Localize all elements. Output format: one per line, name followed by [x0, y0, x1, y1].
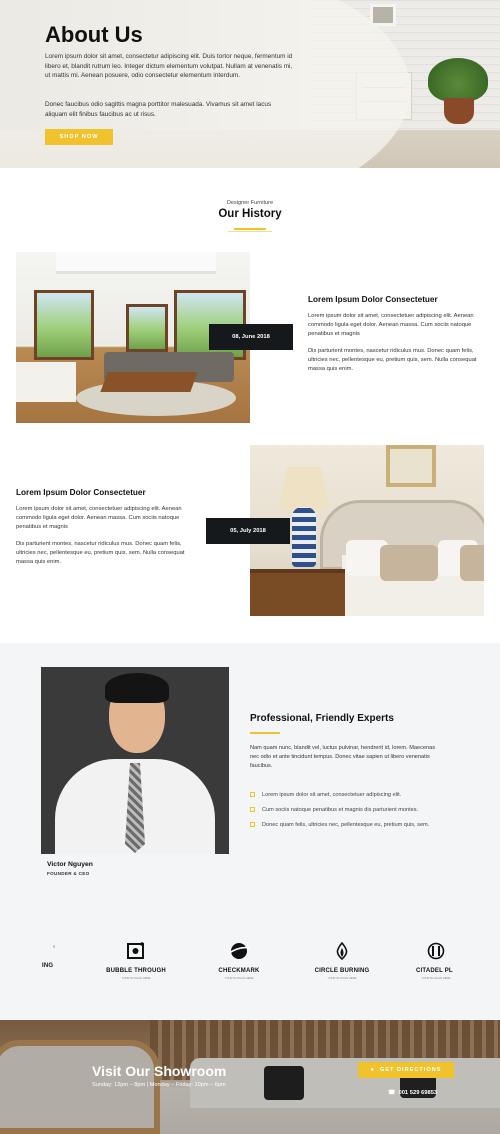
team-member-name: Victor Nguyen	[47, 861, 93, 868]
timeline-paragraph: Lorem ipsum dolor sit amet, consectetuer…	[308, 313, 474, 338]
partial-logo-icon: ʿ	[52, 945, 56, 956]
checkbox-icon	[250, 792, 255, 797]
camera-logo-icon	[127, 942, 144, 959]
timeline-paragraph: Dis parturient montes, nascetur ridiculu…	[16, 541, 185, 566]
timeline-title: Lorem Ipsum Dolor Consectetuer	[308, 295, 438, 304]
timeline-paragraph: Dis parturient montes, nascetur ridiculu…	[308, 348, 477, 373]
partner-logo[interactable]: BUBBLE THROUGH YOUR SLOGAN HERE	[104, 942, 168, 980]
partner-logo[interactable]: CITADEL PL YOUR SLOGAN HERE	[416, 942, 456, 980]
phone-icon: ☎	[388, 1090, 396, 1096]
flame-logo-icon	[336, 941, 348, 961]
list-item: Lorem ipsum dolor sit amet, consectetuer…	[250, 792, 401, 798]
pillar-logo-icon	[427, 942, 445, 960]
phone-number[interactable]: ☎ 001 529 69853	[388, 1090, 437, 1096]
timeline-date: 05, July 2018	[206, 518, 290, 544]
team-member-photo	[41, 667, 229, 854]
partner-logo[interactable]: ʿ ING	[42, 942, 66, 969]
experts-paragraph: Nam quam nunc, blandit vel, luctus pulvi…	[250, 745, 435, 769]
partner-logo[interactable]: CHECKMARK YOUR SLOGAN HERE	[210, 942, 268, 980]
shop-now-button[interactable]: SHOP NOW	[45, 129, 113, 145]
history-title: Our History	[218, 208, 282, 220]
list-item: Donec quam felis, ultricies nec, pellent…	[250, 822, 429, 828]
list-item: Cum sociis natoque penatibus et magnis d…	[250, 807, 418, 813]
experts-title: Professional, Friendly Experts	[250, 713, 394, 724]
title-underline	[250, 732, 280, 734]
checkbox-icon	[250, 807, 255, 812]
hero-paragraph: Donec faucibus odio sagittis magna portt…	[45, 101, 272, 118]
showroom-hours: Sunday: 12pm – 8pm | Monday – Friday: 10…	[92, 1082, 226, 1088]
showroom-title: Visit Our Showroom	[92, 1063, 227, 1079]
hero-plant-image	[428, 58, 488, 102]
timeline-paragraph: Lorem ipsum dolor sit amet, consectetuer…	[16, 506, 182, 531]
get-directions-button[interactable]: ● GET DIRECTIONS	[358, 1062, 454, 1078]
checkbox-icon	[250, 822, 255, 827]
timeline-title: Lorem Ipsum Dolor Consectetuer	[16, 488, 146, 497]
timeline-date: 08, June 2018	[209, 324, 293, 350]
hero-paragraph: Lorem ipsum dolor sit amet, consectetur …	[45, 53, 293, 80]
team-member-role: FOUNDER & CEO	[47, 871, 90, 876]
location-pin-icon: ●	[370, 1067, 375, 1073]
planet-logo-icon	[227, 943, 251, 959]
title-underline-secondary	[228, 231, 272, 232]
title-underline	[234, 228, 266, 230]
partner-logo[interactable]: CIRCLE BURNING YOUR SLOGAN HERE	[312, 941, 372, 980]
history-kicker: Designer Furniture	[226, 200, 274, 206]
page-title: About Us	[45, 22, 143, 47]
hero-pot-image	[444, 98, 474, 124]
